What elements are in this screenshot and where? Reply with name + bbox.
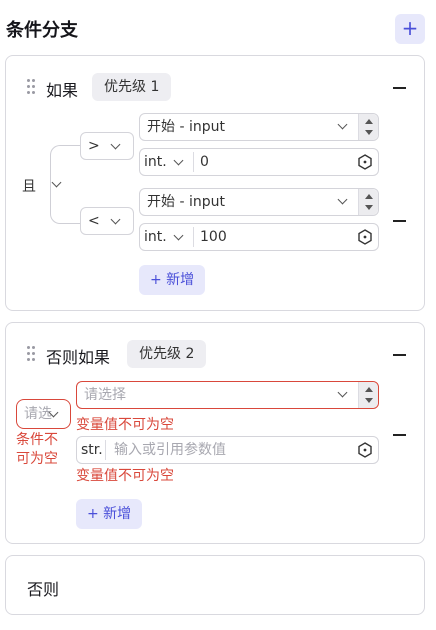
chevron-down-icon <box>337 194 348 205</box>
branch-card-else: 否则 <box>5 555 425 615</box>
logic-error-line1: 条件不 <box>16 432 58 448</box>
type-select[interactable]: int. <box>144 224 167 250</box>
chevron-down-icon <box>110 214 121 225</box>
value-text: 0 <box>200 154 209 170</box>
logic-label[interactable]: 且 <box>22 176 36 196</box>
branch-card-if: 如果 优先级 1 且 > 开始 - input int. 0 < 开始 - in… <box>5 55 425 311</box>
type-select[interactable]: int. <box>144 149 167 175</box>
value-input[interactable]: str. 输入或引用参数值 <box>76 436 379 464</box>
logic-placeholder: 请选 <box>24 406 52 422</box>
operator-select[interactable]: < <box>80 207 134 235</box>
add-condition-button[interactable]: + 新增 <box>139 265 206 295</box>
branch-title: 否则如果 <box>46 348 111 367</box>
value-input[interactable]: int. 0 <box>139 148 379 176</box>
type-select[interactable]: str. <box>81 437 103 463</box>
remove-condition-icon[interactable] <box>393 434 406 436</box>
branch-title: 如果 <box>46 81 79 100</box>
reference-variable-icon[interactable] <box>357 229 373 245</box>
stepper[interactable] <box>358 382 378 408</box>
variable-error: 变量值不可为空 <box>76 417 174 433</box>
chevron-down-icon <box>110 139 121 150</box>
drag-handle-icon[interactable] <box>27 79 37 97</box>
branch-card-else-if: 否则如果 优先级 2 请选 条件不 可为空 请选择 变量值不可为空 str. 输… <box>5 322 425 544</box>
logic-error-line2: 可为空 <box>16 451 58 467</box>
plus-icon: + <box>401 16 419 40</box>
priority-badge: 优先级 2 <box>127 340 207 368</box>
stepper[interactable] <box>358 189 378 215</box>
variable-select[interactable]: 开始 - input <box>139 113 379 141</box>
remove-branch-icon[interactable] <box>393 87 406 89</box>
add-condition-button[interactable]: + 新增 <box>76 499 143 529</box>
reference-variable-icon[interactable] <box>357 154 373 170</box>
variable-value: 开始 - input <box>147 194 225 210</box>
reference-variable-icon[interactable] <box>357 442 373 458</box>
operator-select[interactable]: > <box>80 132 134 160</box>
value-text: 100 <box>200 229 227 245</box>
chevron-down-icon <box>173 230 184 241</box>
value-error: 变量值不可为空 <box>76 468 174 484</box>
chevron-down-icon <box>337 119 348 130</box>
operator-value: > <box>88 138 100 154</box>
variable-select[interactable]: 请选择 <box>76 381 379 409</box>
remove-branch-icon[interactable] <box>393 354 406 356</box>
branch-title: 否则 <box>27 580 60 599</box>
variable-select[interactable]: 开始 - input <box>139 188 379 216</box>
remove-condition-icon[interactable] <box>393 220 406 222</box>
value-placeholder: 输入或引用参数值 <box>114 442 226 458</box>
priority-badge: 优先级 1 <box>92 73 172 101</box>
page-title: 条件分支 <box>6 20 78 41</box>
drag-handle-icon[interactable] <box>27 346 37 364</box>
variable-value: 开始 - input <box>147 119 225 135</box>
stepper[interactable] <box>358 114 378 140</box>
chevron-down-icon <box>173 155 184 166</box>
chevron-down-icon <box>337 387 348 398</box>
variable-placeholder: 请选择 <box>84 387 126 403</box>
operator-value: < <box>88 213 100 229</box>
logic-select[interactable]: 请选 <box>16 399 71 429</box>
add-branch-button[interactable]: + <box>395 14 425 44</box>
value-input[interactable]: int. 100 <box>139 223 379 251</box>
